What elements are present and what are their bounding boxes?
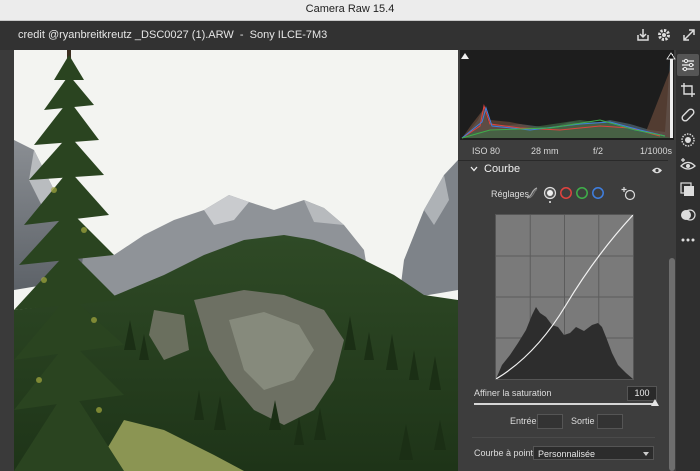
save-icon[interactable]	[634, 26, 652, 44]
curve-section-title[interactable]: Courbe	[484, 163, 520, 175]
saturation-slider-thumb[interactable]	[651, 399, 659, 406]
exif-info: ISO 80 28 mm f/2 1/1000s	[458, 142, 672, 160]
crop-icon[interactable]	[680, 82, 696, 98]
point-curve-selected: Personnalisée	[538, 449, 596, 459]
shadow-clipping-icon[interactable]	[460, 52, 470, 62]
edit-tool-button[interactable]	[677, 54, 699, 76]
gear-icon[interactable]	[655, 26, 673, 44]
photo-preview[interactable]	[14, 50, 458, 471]
settings-label: Réglages	[491, 189, 530, 199]
histogram	[460, 50, 676, 140]
chevron-down-icon	[643, 452, 649, 456]
divider	[458, 160, 668, 161]
window-titlebar: Camera Raw 15.4	[0, 0, 700, 21]
aperture: f/2	[593, 146, 604, 156]
presets-icon[interactable]	[680, 182, 696, 198]
healing-icon[interactable]	[680, 107, 696, 123]
file-info: credit @ryanbreitkreutz _DSC0027 (1).ARW…	[18, 29, 328, 41]
visibility-eye-icon[interactable]	[651, 166, 663, 175]
saturation-label: Affiner la saturation	[474, 388, 552, 398]
red-channel-button[interactable]	[559, 186, 573, 200]
file-header: credit @ryanbreitkreutz _DSC0027 (1).ARW…	[0, 21, 700, 50]
redeye-icon[interactable]	[680, 157, 696, 173]
targeted-adjustment-icon[interactable]	[621, 186, 637, 202]
snapshots-icon[interactable]	[680, 207, 696, 223]
saturation-slider-track[interactable]	[474, 403, 656, 405]
landscape-photo	[14, 50, 458, 471]
point-curve-select[interactable]: Personnalisée	[533, 446, 654, 460]
divider	[472, 437, 655, 438]
window-title: Camera Raw 15.4	[305, 3, 395, 15]
mask-icon[interactable]	[680, 132, 696, 148]
highlight-clipping-icon[interactable]	[666, 52, 676, 62]
input-value-field[interactable]	[537, 414, 563, 429]
output-label: Sortie :	[571, 416, 600, 426]
panel-scrollbar[interactable]	[669, 258, 675, 471]
focal-length: 28 mm	[531, 146, 559, 156]
point-curve-white-channel[interactable]	[543, 186, 557, 204]
left-filmstrip-edge	[0, 50, 14, 471]
fullscreen-icon[interactable]	[680, 26, 698, 44]
chevron-down-icon[interactable]	[470, 166, 478, 172]
parametric-curve-icon[interactable]	[526, 187, 538, 199]
edit-sliders-icon	[682, 58, 694, 72]
output-value-field[interactable]	[597, 414, 623, 429]
shutter-speed: 1/1000s	[640, 146, 673, 156]
iso-value: ISO 80	[472, 146, 501, 156]
point-curve-label: Courbe à points	[474, 448, 538, 458]
tone-curve-graph[interactable]	[495, 214, 634, 380]
green-channel-button[interactable]	[575, 186, 589, 200]
more-icon[interactable]	[680, 232, 696, 248]
blue-channel-button[interactable]	[591, 186, 605, 200]
